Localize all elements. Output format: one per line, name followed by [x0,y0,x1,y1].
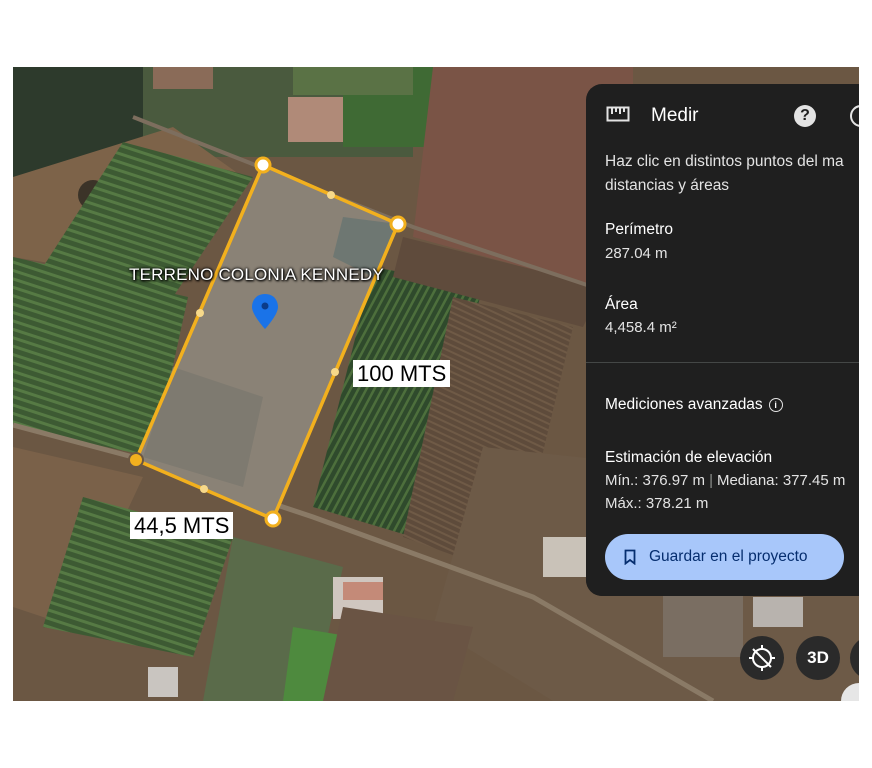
measure-panel: Medir ? Haz clic en distintos puntos del… [586,84,859,596]
vertex-handle-icon[interactable] [389,215,407,233]
map-viewport[interactable]: TERRENO COLONIA KENNEDY 100 MTS 44,5 MTS… [13,67,859,701]
midpoint-handle-icon[interactable] [200,485,208,493]
instructions-line-2: distancias y áreas [605,177,730,194]
elevation-label: Estimación de elevación [605,449,773,466]
compass-icon[interactable] [740,636,784,680]
vertex-handle-icon[interactable] [128,452,144,468]
elevation-max: Máx.: 378.21 m [605,495,709,512]
help-icon[interactable]: ? [794,105,816,127]
save-to-project-button[interactable]: Guardar en el proyecto [605,534,844,580]
ruler-icon [606,106,630,122]
instructions-line-1: Haz clic en distintos puntos del ma [605,153,844,170]
perimeter-label: Perímetro [605,221,674,238]
instructions-text: Haz clic en distintos puntos del ma dist… [605,150,859,198]
3d-view-button[interactable]: 3D [796,636,840,680]
panel-footer: Guardar en el proyecto [586,516,859,596]
area-value: 4,458.4 m² [605,319,677,336]
area-label: Área [605,296,638,313]
close-icon[interactable] [850,105,859,127]
panel-title: Medir [651,105,699,126]
midpoint-handle-icon[interactable] [327,191,335,199]
elevation-median: Mediana: 377.45 m [716,472,846,489]
elevation-min-median: Mín.: 376.97 m | Mediana: 377.45 m [605,472,845,489]
vertex-handle-icon[interactable] [264,510,282,528]
elevation-separator: | [709,472,713,489]
dimension-label-long: 100 MTS [353,360,451,387]
parcel-label: TERRENO COLONIA KENNEDY [129,265,384,284]
panel-header: Medir ? [586,84,859,146]
save-button-label: Guardar en el proyecto [649,548,808,565]
divider [586,362,859,363]
vertex-handle-icon[interactable] [254,156,272,174]
midpoint-handle-icon[interactable] [196,309,204,317]
perimeter-value: 287.04 m [605,245,668,262]
dimension-label-short: 44,5 MTS [130,512,234,539]
bookmark-icon [624,549,636,565]
advanced-measurements[interactable]: Mediciones avanzadas i [605,396,783,414]
info-icon[interactable]: i [768,398,783,412]
house-roof [288,97,348,142]
midpoint-handle-icon[interactable] [331,368,339,376]
advanced-measurements-label: Mediciones avanzadas [605,396,763,413]
elevation-min: Mín.: 376.97 m [605,472,706,489]
